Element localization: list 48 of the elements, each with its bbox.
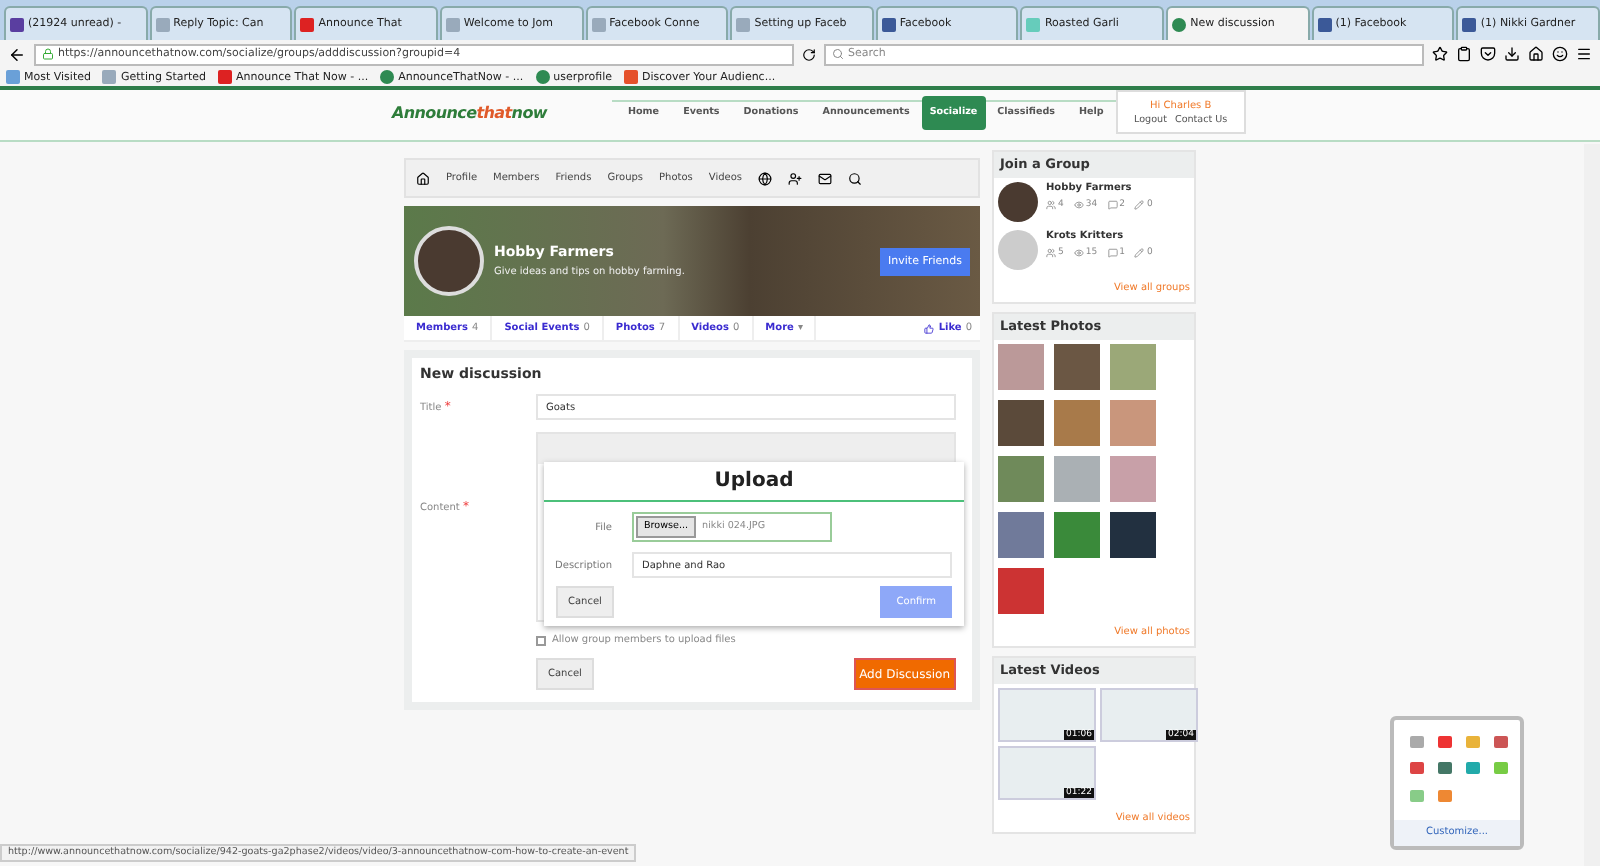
- download-icon[interactable]: [1504, 46, 1520, 62]
- favicon-icon: [1462, 17, 1477, 31]
- favicon-icon: [736, 17, 751, 31]
- favicon-icon: [10, 17, 24, 31]
- reload-icon[interactable]: [802, 47, 816, 61]
- home-icon[interactable]: [416, 171, 430, 185]
- favicon-icon: [1172, 17, 1187, 31]
- users-icon: [1046, 200, 1056, 210]
- mail-icon[interactable]: [818, 171, 833, 185]
- search-icon[interactable]: [848, 171, 863, 185]
- group-avatar[interactable]: [998, 182, 1038, 222]
- favicon-icon: [155, 17, 170, 31]
- favicon-icon: [1026, 17, 1041, 31]
- menu-icon[interactable]: [1576, 46, 1592, 62]
- favicon-icon: [591, 17, 606, 31]
- dialog-title: Upload: [544, 462, 964, 502]
- eye-icon: [1073, 200, 1084, 210]
- favicon-icon: [881, 17, 896, 31]
- favicon-icon: [1317, 17, 1332, 31]
- pocket-icon[interactable]: [1480, 46, 1496, 62]
- home-icon[interactable]: [1528, 46, 1544, 62]
- lock-icon: [42, 48, 54, 60]
- globe-icon[interactable]: [758, 171, 773, 185]
- comment-icon: [1107, 200, 1118, 210]
- favicon-icon: [218, 70, 233, 84]
- users-icon: [1046, 248, 1056, 258]
- pencil-icon: [1134, 248, 1145, 258]
- group-avatar: [414, 226, 484, 296]
- chat-icon[interactable]: [1552, 46, 1568, 62]
- favicon-icon: [102, 70, 117, 84]
- site-logo[interactable]: Announcethatnow: [392, 104, 612, 122]
- eye-icon: [1073, 248, 1084, 258]
- favicon-icon: [624, 70, 639, 84]
- favicon-icon: [300, 17, 315, 31]
- comment-icon: [1107, 248, 1118, 258]
- back-icon[interactable]: [8, 45, 26, 63]
- pencil-icon: [1134, 200, 1145, 210]
- user-plus-icon[interactable]: [788, 171, 803, 185]
- checkbox[interactable]: [536, 635, 546, 645]
- star-icon[interactable]: [1432, 46, 1448, 62]
- scrollbar[interactable]: [1584, 144, 1600, 866]
- favicon-icon: [535, 70, 550, 84]
- favicon-icon: [380, 70, 395, 84]
- search-icon: [832, 48, 844, 60]
- favicon-icon: [445, 17, 460, 31]
- favicon-icon: [6, 70, 20, 84]
- clipboard-icon[interactable]: [1456, 46, 1472, 62]
- thumbs-up-icon: [924, 323, 935, 333]
